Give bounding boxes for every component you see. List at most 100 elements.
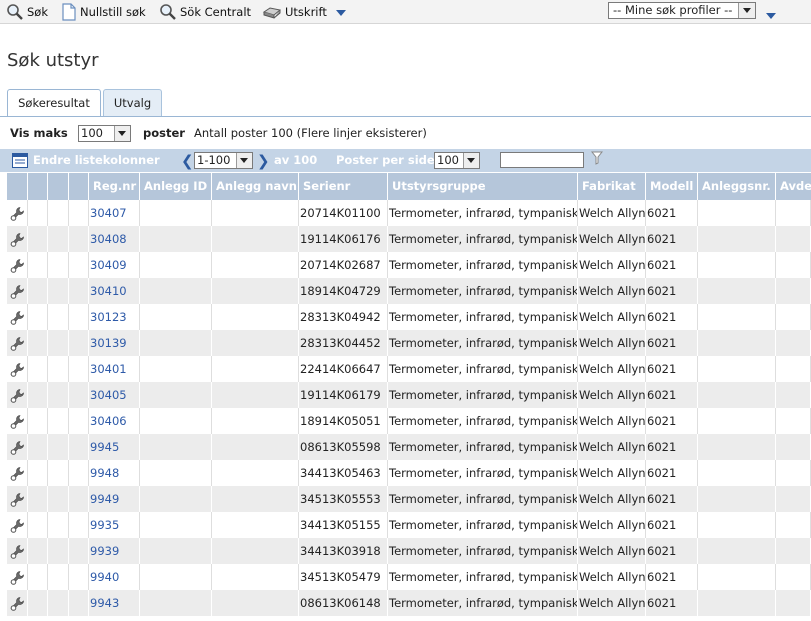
regnr-link[interactable]: 30408 — [89, 226, 140, 252]
central-search-button[interactable]: Sök Centralt — [159, 2, 251, 22]
row-action-cell[interactable] — [7, 512, 28, 538]
per-page-select[interactable]: 100 — [434, 152, 480, 169]
row-action-cell[interactable] — [7, 382, 28, 408]
row-action-cell[interactable] — [7, 460, 28, 486]
utstyrsgruppe-cell: Termometer, infrarød, tympanisk — [388, 226, 578, 252]
row-blank-cell-3 — [69, 590, 89, 616]
row-blank-cell-2 — [48, 356, 69, 382]
serienr-cell: 20714K01100 — [299, 200, 388, 226]
column-header-anleggsnr[interactable]: Anleggsnr. — [698, 173, 776, 200]
wrench-icon[interactable] — [9, 335, 25, 356]
fabrikat-cell: Welch Allyn — [578, 538, 646, 564]
search-button[interactable]: Søk — [6, 2, 48, 22]
row-blank-cell-1 — [28, 356, 48, 382]
regnr-link[interactable]: 30407 — [89, 200, 140, 226]
page-range-select[interactable]: 1-100 — [194, 152, 253, 169]
table-row: 30401 22414K06647 Termometer, infrarød, ty… — [7, 356, 811, 382]
wrench-icon[interactable] — [9, 257, 25, 278]
row-action-cell[interactable] — [7, 252, 28, 278]
regnr-link[interactable]: 30410 — [89, 278, 140, 304]
utstyrsgruppe-cell: Termometer, infrarød, tympanisk — [388, 512, 578, 538]
wrench-icon[interactable] — [9, 283, 25, 304]
regnr-link[interactable]: 9939 — [89, 538, 140, 564]
anlegg-id-cell — [140, 382, 212, 408]
regnr-link[interactable]: 9949 — [89, 486, 140, 512]
row-action-cell[interactable] — [7, 278, 28, 304]
wrench-icon[interactable] — [9, 413, 25, 434]
wrench-icon[interactable] — [9, 231, 25, 252]
regnr-link[interactable]: 9940 — [89, 564, 140, 590]
reset-search-button[interactable]: Nullstill søk — [61, 2, 146, 22]
row-action-cell[interactable] — [7, 590, 28, 616]
avdeling-cell — [776, 486, 811, 512]
wrench-icon[interactable] — [9, 595, 25, 616]
row-action-cell[interactable] — [7, 330, 28, 356]
avdeling-cell — [776, 200, 811, 226]
avdeling-cell — [776, 278, 811, 304]
utstyrsgruppe-cell: Termometer, infrarød, tympanisk — [388, 590, 578, 616]
row-blank-cell-2 — [48, 252, 69, 278]
profile-dropdown-icon[interactable] — [766, 8, 776, 22]
print-dropdown-icon[interactable] — [335, 5, 346, 19]
row-action-cell[interactable] — [7, 200, 28, 226]
search-profile-select[interactable]: -- Mine søk profiler -- — [608, 2, 756, 19]
regnr-link[interactable]: 9945 — [89, 434, 140, 460]
regnr-link[interactable]: 30401 — [89, 356, 140, 382]
serienr-cell: 19114K06176 — [299, 226, 388, 252]
tab-utvalg[interactable]: Utvalg — [103, 89, 162, 117]
wrench-icon[interactable] — [9, 569, 25, 590]
wrench-icon[interactable] — [9, 543, 25, 564]
chevron-right-icon[interactable]: ❯ — [257, 152, 270, 170]
row-blank-cell-3 — [69, 538, 89, 564]
row-action-cell[interactable] — [7, 408, 28, 434]
row-action-cell[interactable] — [7, 304, 28, 330]
print-button-label: Utskrift — [285, 5, 327, 19]
column-header-anlegg-id[interactable]: Anlegg ID — [140, 173, 212, 200]
edit-columns-link[interactable]: Endre listekolonner — [33, 153, 160, 167]
anlegg-id-cell — [140, 278, 212, 304]
anlegg-id-cell — [140, 304, 212, 330]
wrench-icon[interactable] — [9, 517, 25, 538]
wrench-icon[interactable] — [9, 439, 25, 460]
wrench-icon[interactable] — [9, 361, 25, 382]
column-header-utstyrsgruppe[interactable]: Utstyrsgruppe — [388, 173, 578, 200]
regnr-link[interactable]: 9935 — [89, 512, 140, 538]
row-action-cell[interactable] — [7, 434, 28, 460]
row-blank-cell-2 — [48, 304, 69, 330]
wrench-icon[interactable] — [9, 205, 25, 226]
regnr-link[interactable]: 30406 — [89, 408, 140, 434]
row-action-cell[interactable] — [7, 356, 28, 382]
row-action-cell[interactable] — [7, 486, 28, 512]
row-action-cell[interactable] — [7, 538, 28, 564]
print-button[interactable]: Utskrift — [262, 2, 346, 22]
column-header-avdeling[interactable]: Avde — [776, 173, 811, 200]
chevron-down-icon — [463, 153, 479, 168]
row-action-cell[interactable] — [7, 226, 28, 252]
column-header-serienr[interactable]: Serienr — [299, 173, 388, 200]
wrench-icon[interactable] — [9, 465, 25, 486]
column-header-modell[interactable]: Modell — [646, 173, 698, 200]
tab-sokeresultat[interactable]: Søkeresultat — [7, 89, 101, 117]
vis-maks-value: 100 — [81, 126, 103, 140]
avdeling-cell — [776, 304, 811, 330]
column-header-anlegg-navn[interactable]: Anlegg navn — [212, 173, 299, 200]
anlegg-id-cell — [140, 590, 212, 616]
chevron-left-icon[interactable]: ❮ — [181, 152, 194, 170]
regnr-link[interactable]: 30405 — [89, 382, 140, 408]
regnr-link[interactable]: 30123 — [89, 304, 140, 330]
wrench-icon[interactable] — [9, 387, 25, 408]
quick-filter-input[interactable] — [500, 152, 584, 168]
regnr-link[interactable]: 9943 — [89, 590, 140, 616]
wrench-icon[interactable] — [9, 491, 25, 512]
table-row: 30407 20714K01100 Termometer, infrarød, ty… — [7, 200, 811, 226]
column-header-regnr[interactable]: Reg.nr — [89, 173, 140, 200]
row-blank-cell-3 — [69, 460, 89, 486]
filter-icon[interactable] — [590, 151, 604, 168]
row-action-cell[interactable] — [7, 564, 28, 590]
regnr-link[interactable]: 30409 — [89, 252, 140, 278]
regnr-link[interactable]: 30139 — [89, 330, 140, 356]
wrench-icon[interactable] — [9, 309, 25, 330]
vis-maks-select[interactable]: 100 — [78, 125, 131, 142]
regnr-link[interactable]: 9948 — [89, 460, 140, 486]
column-header-fabrikat[interactable]: Fabrikat — [578, 173, 646, 200]
